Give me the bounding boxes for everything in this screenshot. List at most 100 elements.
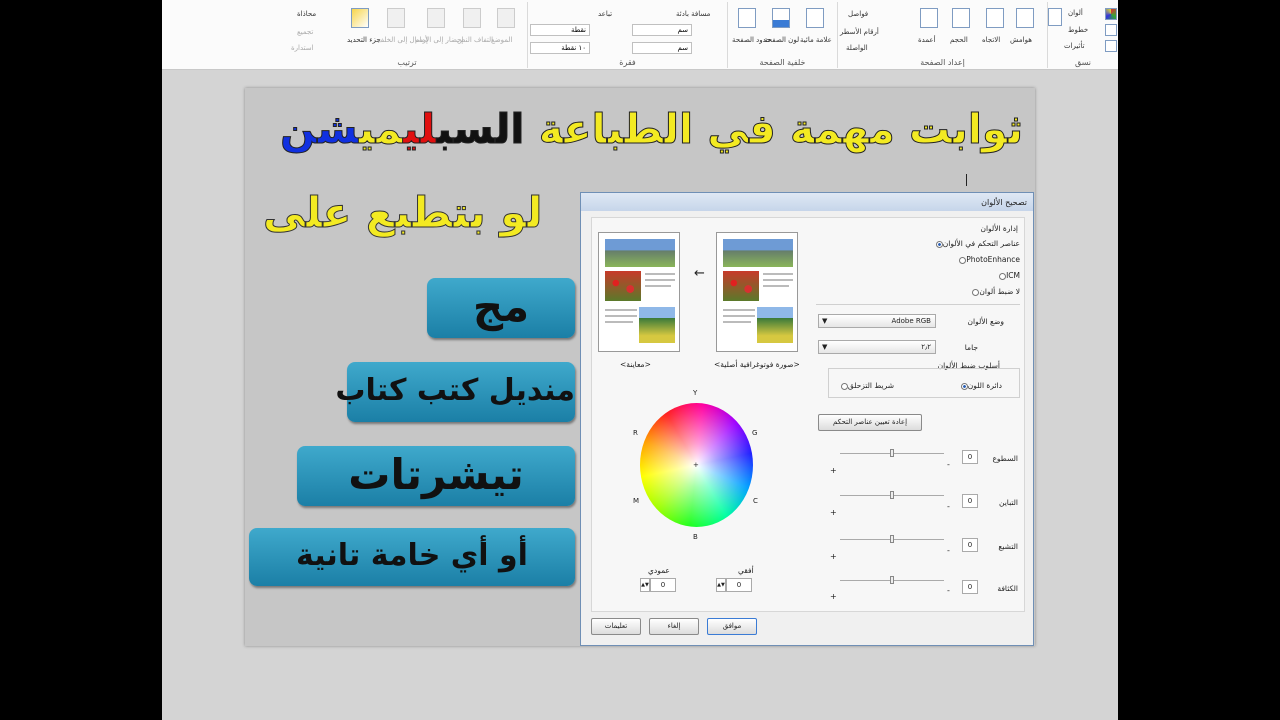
colors-button[interactable]: ألوان [1068, 9, 1083, 17]
wheel-label-c: C [753, 497, 758, 505]
option-icm[interactable]: ICM [997, 271, 1020, 280]
orientation-button[interactable]: الاتجاه [982, 36, 1000, 44]
mode-select[interactable]: Adobe RGB ▼ [818, 314, 936, 328]
slider-thumb[interactable] [890, 535, 894, 543]
adjust-slider-option[interactable]: شريط التزحلق [839, 381, 894, 390]
wheel-label-g: G [752, 429, 758, 437]
selection-pane-icon[interactable] [351, 8, 369, 28]
fonts-icon[interactable] [1105, 24, 1117, 36]
line-numbers-button[interactable]: أرقام الأسطر [840, 28, 879, 36]
align-button[interactable]: محاذاة [297, 10, 316, 18]
landscape-image [605, 239, 675, 267]
radio-icon[interactable] [960, 382, 968, 390]
wrap-text-icon[interactable] [463, 8, 481, 28]
effects-button[interactable]: تأثيرات [1064, 42, 1085, 50]
slider-thumb[interactable] [890, 576, 894, 584]
effects-icon[interactable] [1105, 40, 1117, 52]
minus-icon: - [947, 546, 950, 555]
dialog-panel: إدارة الألوان عناصر التحكم في الألوان Ph… [591, 217, 1025, 612]
option-photoenhance[interactable]: PhotoEnhance [957, 255, 1020, 264]
indent-before-input[interactable]: سم [632, 24, 692, 36]
hyphenation-button[interactable]: الواصلة [846, 44, 868, 52]
page-borders-icon[interactable] [738, 8, 756, 28]
adjust-circle-option[interactable]: دائرة اللون [959, 381, 1002, 390]
slider-thumb[interactable] [890, 449, 894, 457]
horizontal-stepper[interactable]: ▲▼ [716, 578, 726, 592]
rotate-button[interactable]: استدارة [291, 44, 314, 52]
result-preview [598, 232, 680, 352]
help-button[interactable]: تعليمات [591, 618, 641, 635]
fonts-button[interactable]: خطوط [1068, 26, 1088, 34]
density-value[interactable]: 0 [962, 580, 978, 594]
reset-controls-button[interactable]: إعادة تعيين عناصر التحكم [818, 414, 922, 431]
indent-label: مسافة بادئة [676, 10, 711, 18]
watermark-icon[interactable] [806, 8, 824, 28]
columns-icon[interactable] [920, 8, 938, 28]
text-line [645, 279, 675, 281]
page-color-icon[interactable] [772, 8, 790, 28]
breaks-button[interactable]: فواصل [848, 10, 868, 18]
themes-icon[interactable] [1048, 8, 1062, 26]
bring-forward-icon[interactable] [427, 8, 445, 28]
size-icon[interactable] [952, 8, 970, 28]
wheel-label-m: M [633, 497, 640, 505]
watermark-button[interactable]: علامة مائية [800, 36, 832, 44]
density-slider[interactable] [840, 576, 944, 584]
title-part: شن [280, 105, 360, 154]
gamma-select[interactable]: ٢٫٢ ▼ [818, 340, 936, 354]
chevron-down-icon: ▼ [822, 317, 828, 325]
trees-image [639, 307, 675, 343]
send-backward-icon[interactable] [387, 8, 405, 28]
margins-button[interactable]: هوامش [1010, 36, 1032, 44]
contrast-value[interactable]: 0 [962, 494, 978, 508]
original-photo-preview [716, 232, 798, 352]
wheel-label-r: R [633, 429, 638, 437]
arrow-left-icon: ← [694, 266, 705, 281]
position-button[interactable]: الموضع [491, 36, 512, 44]
spacing-after-input[interactable]: ١٠ نقطة [530, 42, 590, 54]
text-line [645, 273, 675, 275]
vertical-label: عمودي [648, 566, 670, 575]
slider-label-saturation: التشبع [998, 542, 1018, 551]
size-button[interactable]: الحجم [950, 36, 968, 44]
saturation-value[interactable]: 0 [962, 538, 978, 552]
margins-icon[interactable] [1016, 8, 1034, 28]
brightness-value[interactable]: 0 [962, 450, 978, 464]
position-icon[interactable] [497, 8, 515, 28]
vertical-stepper[interactable]: ▲▼ [640, 578, 650, 592]
title-part: مي [358, 105, 404, 154]
brightness-slider[interactable] [840, 449, 944, 457]
option-label: لا ضبط ألوان [979, 287, 1020, 296]
selection-pane-button[interactable]: جزء التحديد [347, 36, 381, 44]
cancel-button[interactable]: إلغاء [649, 618, 699, 635]
radio-icon[interactable] [935, 240, 943, 248]
group-button[interactable]: تجميع [297, 28, 313, 36]
group-label-page-background: خلفية الصفحة [759, 58, 806, 67]
columns-button[interactable]: أعمدة [918, 36, 936, 44]
send-backward-button[interactable]: إرسال إلى الخلف [377, 36, 428, 44]
ok-button[interactable]: موافق [707, 618, 757, 635]
horizontal-value[interactable]: 0 [726, 578, 752, 592]
text-line [723, 309, 755, 311]
minus-icon: - [947, 460, 950, 469]
gamma-value: ٢٫٢ [921, 343, 931, 351]
orientation-icon[interactable] [986, 8, 1004, 28]
chevron-down-icon: ▼ [822, 343, 828, 351]
contrast-slider[interactable] [840, 491, 944, 499]
spacing-before-input[interactable]: نقطة [530, 24, 590, 36]
ribbon-group-theme: ألوان خطوط تأثيرات نسق [1047, 2, 1118, 68]
ribbon-group-page-background: علامة مائية لون الصفحة حدود الصفحة خلفية… [727, 2, 837, 68]
plus-icon: + [830, 508, 837, 517]
crosshair-icon: + [693, 461, 699, 469]
slider-thumb[interactable] [890, 491, 894, 499]
option-no-adjust[interactable]: لا ضبط ألوان [970, 287, 1020, 296]
saturation-slider[interactable] [840, 535, 944, 543]
page-borders-button[interactable]: حدود الصفحة [732, 36, 771, 44]
colors-icon[interactable] [1105, 8, 1117, 20]
radio-icon[interactable] [840, 382, 848, 390]
pill-other: أو أي خامة تانية [249, 528, 575, 586]
indent-after-input[interactable]: سم [632, 42, 692, 54]
option-color-controls[interactable]: عناصر التحكم في الألوان [934, 239, 1020, 248]
vertical-value[interactable]: 0 [650, 578, 676, 592]
pill-tshirts: تيشرتات [297, 446, 575, 506]
